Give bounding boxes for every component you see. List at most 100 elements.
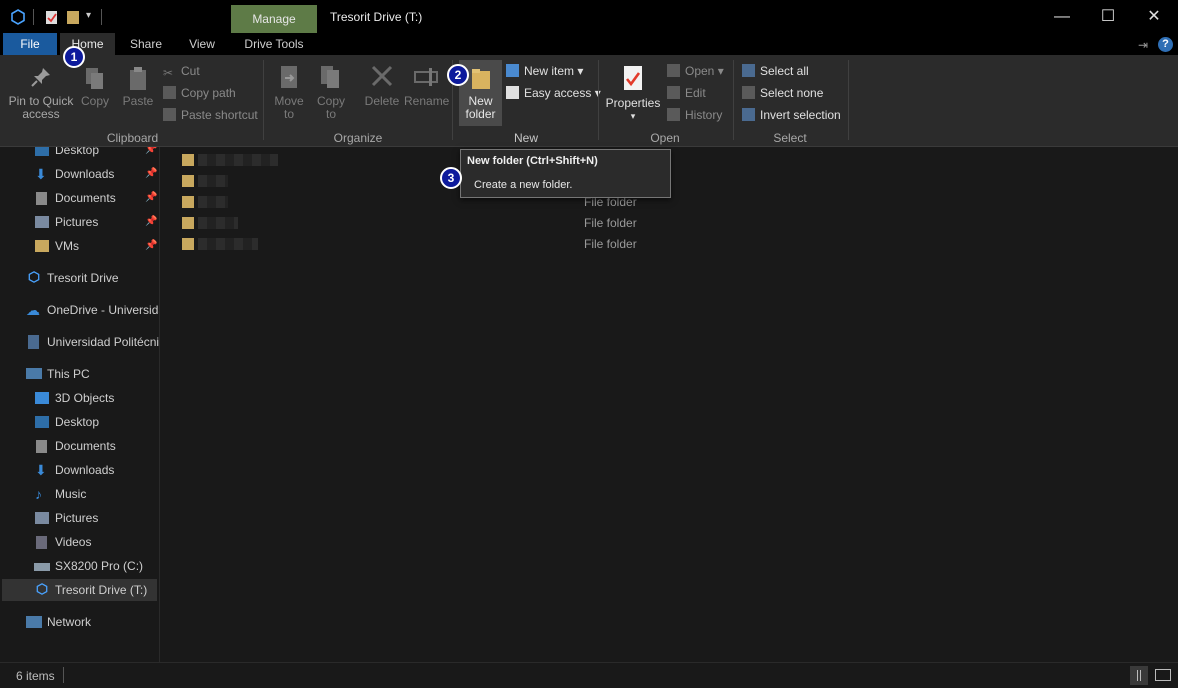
nav-item-videos[interactable]: Videos: [0, 531, 159, 553]
pin-icon[interactable]: 📌: [145, 147, 157, 161]
close-button[interactable]: ✕: [1145, 8, 1163, 26]
invert-selection-button[interactable]: Invert selection: [742, 108, 841, 122]
cube-icon: [35, 392, 49, 404]
nav-item-onedrive[interactable]: ☁ OneDrive - Universida: [0, 299, 159, 321]
copy-path-icon: [163, 86, 176, 99]
cut-button[interactable]: ✂ Cut: [163, 64, 200, 80]
nav-item-pictures[interactable]: Pictures 📌: [0, 211, 159, 233]
select-all-button[interactable]: Select all: [742, 64, 809, 78]
blurred-filename: [198, 217, 238, 229]
paste-shortcut-button[interactable]: Paste shortcut: [163, 108, 258, 122]
copy-button[interactable]: Copy: [80, 66, 110, 108]
pin-icon[interactable]: 📌: [145, 163, 157, 185]
pin-label: access: [22, 107, 60, 121]
nav-item-university[interactable]: Universidad Politécni: [0, 331, 159, 353]
tresorit-icon: [28, 271, 40, 283]
nav-item-this-pc[interactable]: This PC: [0, 363, 159, 385]
easy-access-label: Easy access: [524, 86, 592, 100]
rename-label: Rename: [404, 94, 450, 108]
nav-item-tresorit-drive[interactable]: Tresorit Drive: [0, 267, 159, 289]
move-to-label: to: [283, 107, 294, 121]
nav-item-downloads[interactable]: ⬇ Downloads 📌: [0, 163, 159, 185]
navigation-pane: Desktop 📌 ⬇ Downloads 📌 Documents 📌 Pictures…: [0, 147, 160, 662]
easy-access-button[interactable]: Easy access ▾: [506, 86, 601, 100]
nav-item-documents[interactable]: Documents 📌: [0, 187, 159, 209]
open-label: Open: [685, 64, 715, 78]
file-row[interactable]: File folder: [161, 216, 761, 237]
customize-qat-icon[interactable]: ▾: [86, 10, 91, 21]
paste-button[interactable]: Paste: [121, 66, 155, 108]
rename-button[interactable]: Rename: [404, 64, 450, 108]
nav-item-pc-downloads[interactable]: ⬇ Downloads: [0, 459, 159, 481]
clipboard-group-label: Clipboard: [106, 131, 159, 145]
maximize-button[interactable]: ☐: [1099, 8, 1117, 26]
copy-to-button[interactable]: Copy to: [314, 64, 348, 121]
nav-item-pc-pictures[interactable]: Pictures: [0, 507, 159, 529]
tooltip-description: Create a new folder.: [474, 179, 573, 191]
pin-icon[interactable]: 📌: [145, 211, 157, 233]
group-separator: [598, 60, 599, 140]
copy-to-label: to: [325, 107, 336, 121]
nav-item-c-drive[interactable]: SX8200 Pro (C:): [0, 555, 159, 577]
open-icon: [667, 64, 680, 77]
file-row[interactable]: File folder: [161, 237, 761, 258]
nav-item-music[interactable]: ♪ Music: [0, 483, 159, 505]
new-item-label: New item: [524, 64, 575, 78]
tab-share[interactable]: Share: [121, 33, 171, 55]
nav-item-3d-objects[interactable]: 3D Objects: [0, 387, 159, 409]
folder-icon: [35, 240, 49, 252]
large-icons-view-icon[interactable]: [1155, 669, 1171, 681]
new-item-button[interactable]: New item ▾: [506, 64, 583, 78]
new-item-icon: [506, 64, 519, 77]
minimize-button[interactable]: —: [1053, 8, 1071, 26]
copy-label: Copy: [80, 94, 109, 108]
new-folder-qat-icon[interactable]: [66, 9, 80, 25]
new-group-label: New: [513, 131, 538, 145]
edit-icon: [667, 86, 680, 99]
properties-dropdown-icon[interactable]: ▾: [605, 110, 661, 123]
step-badge-2: 2: [447, 64, 469, 86]
nav-item-network[interactable]: Network: [0, 611, 159, 633]
select-none-button[interactable]: Select none: [742, 86, 823, 100]
copy-path-button[interactable]: Copy path: [163, 86, 236, 100]
delete-button[interactable]: Delete: [363, 64, 401, 108]
building-icon: [28, 335, 39, 349]
nav-item-desktop[interactable]: Desktop 📌: [0, 147, 159, 161]
select-none-icon: [742, 86, 755, 99]
pictures-icon: [35, 512, 49, 524]
history-button[interactable]: History: [667, 108, 722, 122]
open-button[interactable]: Open ▾: [667, 64, 724, 78]
network-icon: [26, 616, 42, 628]
details-view-icon[interactable]: [1130, 666, 1148, 685]
film-icon: [36, 536, 47, 549]
tab-manage[interactable]: Manage: [231, 5, 317, 33]
move-to-button[interactable]: Move to: [272, 64, 306, 121]
title-bar: [0, 0, 1178, 33]
nav-item-pc-documents[interactable]: Documents: [0, 435, 159, 457]
nav-item-pc-desktop[interactable]: Desktop: [0, 411, 159, 433]
expand-ribbon-icon[interactable]: ⇥: [1138, 38, 1148, 52]
properties-icon: [624, 66, 642, 90]
status-bar: 6 items: [0, 662, 1178, 688]
pin-icon[interactable]: 📌: [145, 235, 157, 257]
new-folder-icon: [471, 69, 490, 89]
edit-button[interactable]: Edit: [667, 86, 706, 100]
tab-view[interactable]: View: [178, 33, 226, 55]
tab-drive-tools[interactable]: Drive Tools: [231, 33, 317, 55]
properties-qat-icon[interactable]: [45, 9, 59, 25]
paste-shortcut-icon: [163, 108, 176, 121]
pin-icon[interactable]: 📌: [145, 187, 157, 209]
properties-button[interactable]: Properties ▾: [605, 64, 661, 123]
pin-icon: [31, 68, 50, 87]
nav-item-vms[interactable]: VMs 📌: [0, 235, 159, 257]
pin-to-quick-access-button[interactable]: Pin to Quick access: [6, 66, 76, 121]
nav-item-t-drive[interactable]: Tresorit Drive (T:): [2, 579, 157, 601]
status-divider: [63, 667, 64, 683]
pictures-icon: [35, 216, 49, 228]
tab-file[interactable]: File: [3, 33, 57, 55]
file-row[interactable]: File folder: [161, 195, 761, 216]
documents-icon: [36, 192, 47, 205]
easy-access-icon: [506, 86, 519, 99]
folder-icon: [182, 238, 194, 250]
help-icon[interactable]: ?: [1158, 37, 1173, 52]
